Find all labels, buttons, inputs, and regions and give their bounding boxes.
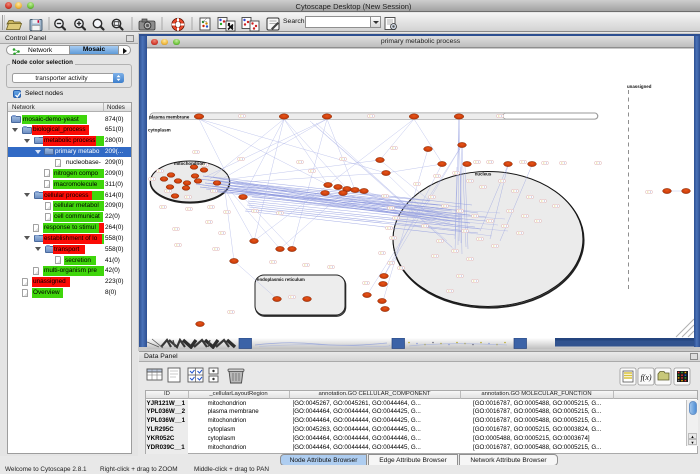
svg-text:f(x): f(x): [640, 373, 651, 382]
svg-text:unassigned: unassigned: [627, 84, 652, 89]
svg-text:plasma membrane: plasma membrane: [149, 114, 190, 119]
svg-text:endoplasmic reticulum: endoplasmic reticulum: [257, 277, 305, 282]
svg-text:cytoplasm: cytoplasm: [148, 127, 171, 132]
svg-text:nucleus: nucleus: [475, 171, 492, 176]
svg-text:mitochondrion: mitochondrion: [174, 161, 205, 166]
